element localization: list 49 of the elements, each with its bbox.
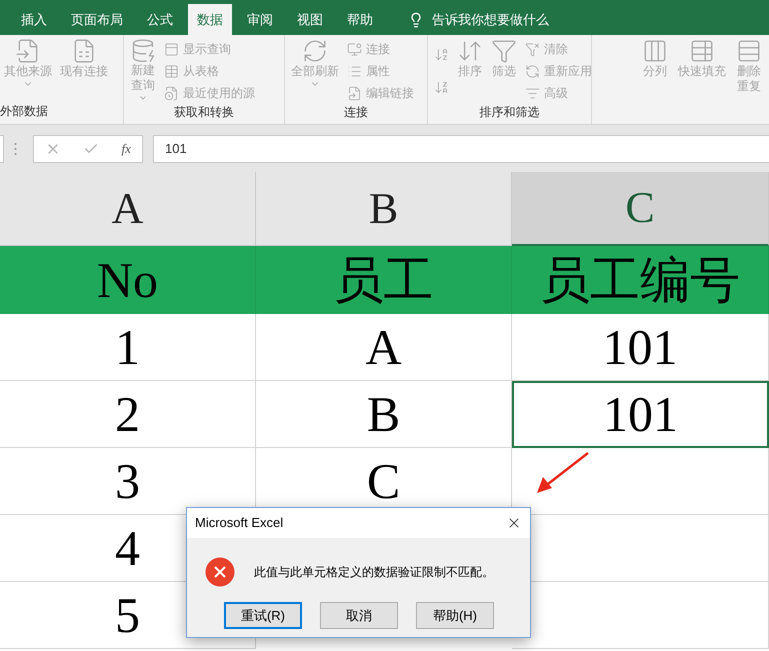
- ribbon-tab[interactable]: 页面布局: [62, 4, 132, 35]
- column-header[interactable]: B: [256, 172, 512, 246]
- group-label: 外部数据: [0, 103, 48, 120]
- sort-ascending-icon: [434, 47, 449, 62]
- table-cell: No: [0, 246, 256, 314]
- error-icon: [205, 557, 235, 587]
- insert-function-button[interactable]: fx: [122, 138, 131, 158]
- table-cell[interactable]: 101: [512, 381, 769, 448]
- ribbon-tab[interactable]: 帮助: [338, 4, 382, 35]
- ribbon-tab[interactable]: 插入: [12, 4, 56, 35]
- link-file-icon: [347, 86, 362, 100]
- rows-icon: [736, 38, 762, 64]
- database-icon: [130, 38, 156, 64]
- table-cell: 员工: [256, 246, 512, 314]
- filter-icon: [491, 38, 517, 64]
- table-cell[interactable]: B: [256, 381, 512, 448]
- group-label: 排序和筛选: [480, 104, 540, 121]
- table-cell[interactable]: 2: [0, 381, 256, 448]
- clear-filter-icon: [525, 42, 540, 56]
- group-label: 连接: [344, 104, 368, 121]
- error-message: 此值与此单元格定义的数据验证限制不匹配。: [254, 564, 494, 581]
- table-icon: [689, 38, 715, 64]
- advanced-filter-icon: [525, 86, 540, 100]
- table-icon: [164, 64, 179, 78]
- group-label: 获取和转换: [174, 104, 234, 121]
- ribbon-tab[interactable]: 视图: [288, 4, 332, 35]
- column-header[interactable]: A: [0, 172, 256, 246]
- monitor-icon: [347, 42, 362, 56]
- dialog-button[interactable]: 取消: [320, 602, 398, 629]
- ribbon-tab[interactable]: 公式: [138, 4, 182, 35]
- ribbon-tab[interactable]: 审阅: [238, 4, 282, 35]
- name-box[interactable]: [0, 134, 4, 162]
- dialog-button[interactable]: 帮助(H): [416, 602, 494, 629]
- table-cell[interactable]: 101: [512, 314, 769, 381]
- tell-me-search[interactable]: 告诉我你想要做什么: [432, 10, 549, 30]
- sort-descending-icon: [434, 80, 449, 95]
- column-header[interactable]: C: [512, 172, 769, 246]
- ribbon-tab[interactable]: 数据: [188, 4, 232, 35]
- refresh-icon: [302, 38, 328, 64]
- reapply-icon: [525, 64, 540, 78]
- panel-icon: [164, 42, 179, 56]
- formula-input[interactable]: 101: [153, 134, 769, 162]
- dialog-button[interactable]: 重试(R): [224, 602, 302, 629]
- clock-file-icon: [164, 86, 179, 100]
- table-cell[interactable]: 1: [0, 314, 256, 381]
- table-cell[interactable]: A: [256, 314, 512, 381]
- drag-handle-icon: [14, 142, 17, 156]
- columns-icon: [642, 38, 668, 64]
- table-cell: 员工编号: [512, 246, 769, 314]
